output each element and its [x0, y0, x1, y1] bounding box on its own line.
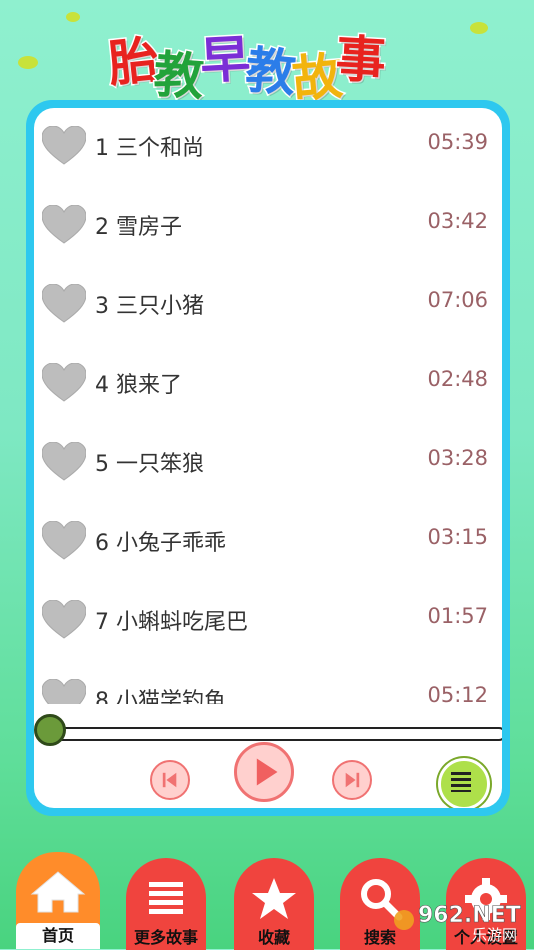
player-panel: 1 三个和尚 05:39 2 雪房子 03:42 3 三只小猪 07:06 4 狼来了 02:… [26, 100, 510, 816]
story-title: 4 狼来了 [95, 373, 182, 398]
decor-dot [18, 56, 38, 69]
story-list[interactable]: 1 三个和尚 05:39 2 雪房子 03:42 3 三只小猪 07:06 4 狼来了 02:… [34, 108, 502, 704]
watermark-site: 乐游网 [472, 926, 517, 944]
story-duration: 07:06 [427, 288, 488, 312]
story-title: 6 小兔子乖乖 [95, 531, 226, 556]
progress-knob[interactable] [34, 714, 66, 746]
favorite-heart-icon[interactable] [41, 362, 87, 403]
story-title: 7 小蝌蚪吃尾巴 [95, 610, 248, 635]
favorite-heart-icon[interactable] [41, 441, 87, 482]
story-row[interactable]: 8 小猫学钓鱼 05:12 [34, 661, 502, 704]
favorite-heart-icon[interactable] [41, 599, 87, 640]
previous-button[interactable] [150, 760, 190, 800]
decor-dot [470, 22, 488, 34]
player-panel-inner: 1 三个和尚 05:39 2 雪房子 03:42 3 三只小猪 07:06 4 狼来了 02:… [34, 108, 502, 808]
list-icon [451, 772, 471, 792]
progress-track[interactable] [44, 727, 502, 741]
skip-previous-icon [162, 772, 177, 788]
skip-next-icon [345, 772, 360, 788]
story-duration: 05:39 [427, 130, 488, 154]
decor-dot [66, 12, 80, 22]
title-char: 事 [333, 28, 389, 92]
favorite-heart-icon[interactable] [41, 125, 87, 166]
playlist-button[interactable] [438, 758, 490, 808]
list-icon [141, 874, 191, 922]
title-char: 教 [150, 44, 207, 108]
app-title-logo: 胎 教 早 教 故 事 [104, 18, 389, 110]
story-duration: 02:48 [427, 367, 488, 391]
story-row[interactable]: 2 雪房子 03:42 [34, 187, 502, 266]
story-title: 3 三只小猪 [95, 294, 204, 319]
story-row[interactable]: 6 小兔子乖乖 03:15 [34, 503, 502, 582]
play-button[interactable] [234, 742, 294, 802]
story-row[interactable]: 5 一只笨狼 03:28 [34, 424, 502, 503]
story-duration: 03:15 [427, 525, 488, 549]
story-duration: 03:42 [427, 209, 488, 233]
nav-home[interactable]: 首页 [16, 852, 100, 949]
nav-star[interactable]: 收藏 [234, 858, 314, 950]
favorite-heart-icon[interactable] [41, 283, 87, 324]
story-row[interactable]: 7 小蝌蚪吃尾巴 01:57 [34, 582, 502, 661]
nav-list[interactable]: 更多故事 [126, 858, 206, 950]
watermark: 962.NET 乐游网 [392, 898, 532, 944]
favorite-heart-icon[interactable] [41, 678, 87, 704]
story-duration: 05:12 [427, 683, 488, 704]
story-duration: 03:28 [427, 446, 488, 470]
story-row[interactable]: 1 三个和尚 05:39 [34, 108, 502, 187]
star-icon [249, 874, 299, 928]
watermark-brand: 962.NET [418, 903, 521, 928]
play-icon [256, 758, 278, 786]
story-title: 5 一只笨狼 [95, 452, 204, 477]
story-duration: 01:57 [427, 604, 488, 628]
favorite-heart-icon[interactable] [41, 520, 87, 561]
favorite-heart-icon[interactable] [41, 204, 87, 245]
story-row[interactable]: 3 三只小猪 07:06 [34, 266, 502, 345]
story-title: 8 小猫学钓鱼 [95, 689, 226, 704]
story-title: 1 三个和尚 [95, 136, 204, 161]
story-row[interactable]: 4 狼来了 02:48 [34, 345, 502, 424]
next-button[interactable] [332, 760, 372, 800]
home-icon [28, 866, 88, 920]
nav-label: 首页 [16, 923, 100, 949]
nav-label: 更多故事 [133, 928, 198, 947]
story-title: 2 雪房子 [95, 215, 182, 240]
nav-label: 收藏 [257, 928, 290, 947]
